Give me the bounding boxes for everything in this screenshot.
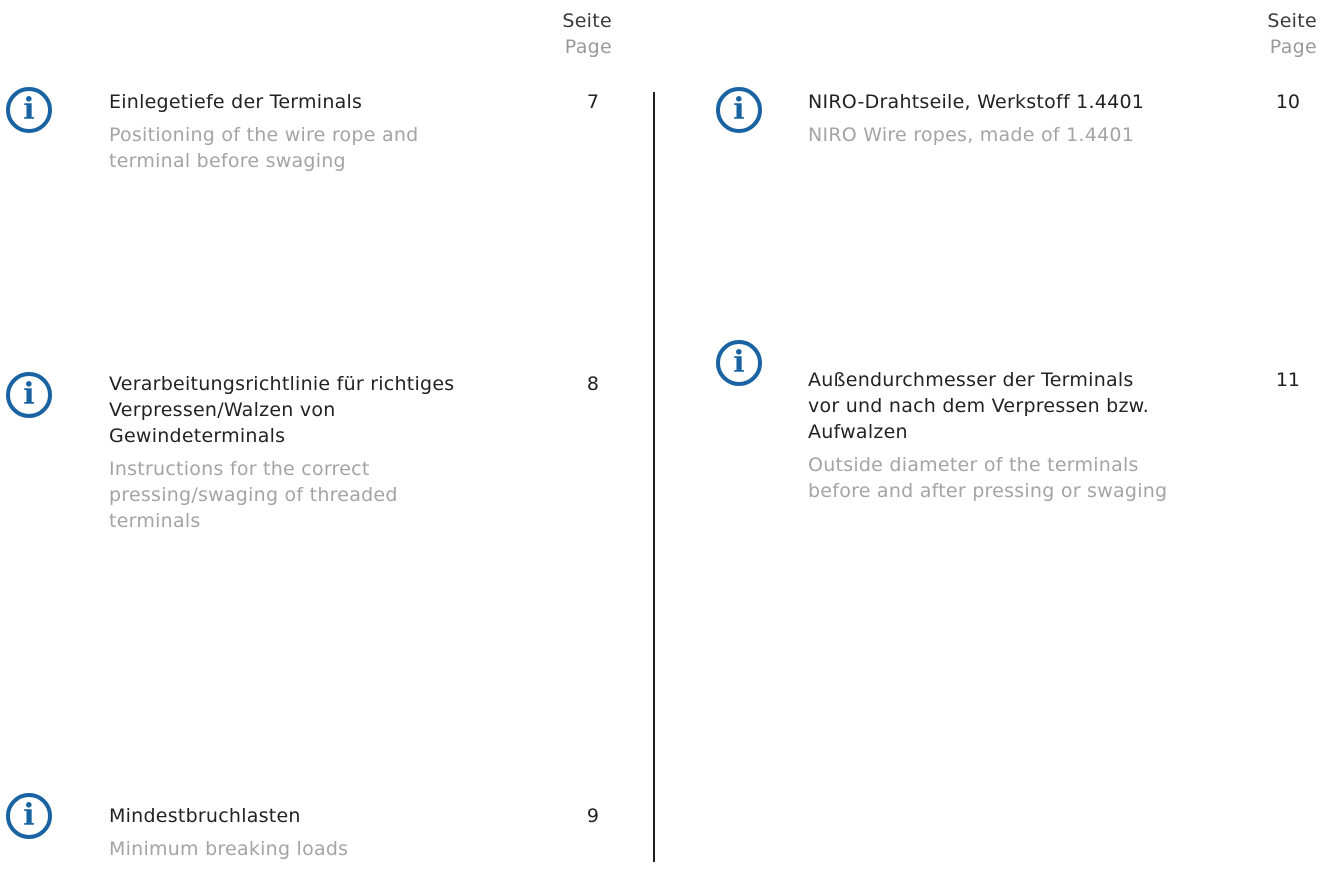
page-label: Page (1269, 36, 1317, 58)
entry-title: Mindestbruchlasten (109, 805, 301, 827)
entry-subtitle: NIRO Wire ropes, made of 1.4401 (808, 124, 1135, 146)
entry-page-number: 9 (586, 805, 599, 827)
entry-subtitle: Instructions for the correct pressing/sw… (109, 458, 398, 532)
page-column-header-right: Seite Page (1197, 8, 1317, 60)
column-divider (653, 92, 655, 862)
page-label: Page (564, 36, 612, 58)
seite-label: Seite (562, 10, 612, 32)
entry-page-number: 8 (586, 373, 599, 395)
entry-title: Außendurchmesser der Terminals vor und n… (808, 369, 1150, 443)
info-icon: i (6, 372, 52, 418)
entry-title: Einlegetiefe der Terminals (109, 91, 363, 113)
entry-page-number: 11 (1275, 369, 1300, 391)
info-icon: i (716, 87, 762, 133)
info-icon: i (6, 87, 52, 133)
info-icon: i (6, 793, 52, 839)
entry-subtitle: Outside diameter of the terminals before… (808, 454, 1168, 502)
seite-label: Seite (1267, 10, 1317, 32)
entry-title: Verarbeitungsrichtlinie für richtiges Ve… (109, 373, 455, 447)
page-column-header-left: Seite Page (492, 8, 612, 60)
entry-page-number: 7 (586, 91, 599, 113)
entry-title: NIRO-Drahtseile, Werkstoff 1.4401 (808, 91, 1145, 113)
info-icon: i (716, 340, 762, 386)
entry-page-number: 10 (1275, 91, 1300, 113)
entry-subtitle: Minimum breaking loads (109, 838, 349, 860)
entry-subtitle: Positioning of the wire rope and termina… (109, 124, 419, 172)
